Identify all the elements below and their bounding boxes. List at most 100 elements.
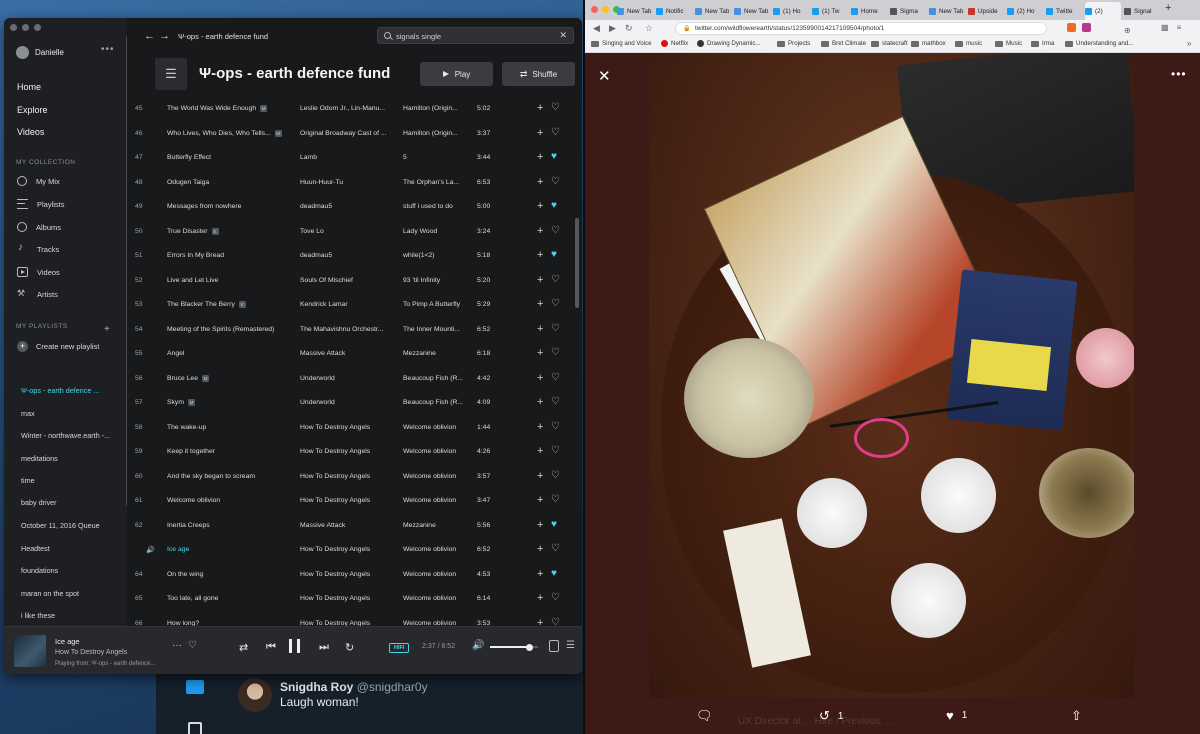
retweet-button[interactable]: ↺ 1 — [819, 708, 843, 724]
repeat-icon[interactable]: ↻ — [345, 641, 354, 654]
add-icon[interactable]: + — [537, 445, 543, 457]
track-title-cell[interactable]: Skym M — [167, 399, 195, 406]
browser-tab[interactable]: (1) Tw — [812, 2, 848, 20]
browser-tab[interactable]: Home — [851, 2, 887, 20]
track-album[interactable]: 93 'til Infinity — [403, 277, 440, 284]
back-arrow-icon[interactable]: ← — [144, 30, 155, 42]
track-artist[interactable]: How To Destroy Angels — [300, 497, 370, 504]
create-playlist-button[interactable]: + Create new playlist — [17, 341, 99, 352]
track-album[interactable]: Hamilton (Origin... — [403, 105, 458, 112]
shuffle-icon[interactable]: ⇄ — [239, 641, 248, 654]
track-album[interactable]: Mezzanine — [403, 350, 436, 357]
window-controls[interactable] — [10, 24, 41, 31]
add-icon[interactable]: + — [537, 274, 543, 286]
track-album[interactable]: Mezzanine — [403, 522, 436, 529]
track-title-cell[interactable]: Messages from nowhere — [167, 203, 241, 210]
reply-button[interactable]: 🗨 — [696, 708, 713, 724]
table-row[interactable]: 60 And the sky began to scream How To Dest… — [127, 466, 577, 490]
track-album[interactable]: Hamilton (Origin... — [403, 130, 458, 137]
tweet-photo[interactable] — [649, 53, 1134, 698]
track-title-cell[interactable]: Welcome oblivion — [167, 497, 220, 504]
track-title-cell[interactable]: On the wing — [167, 571, 203, 578]
sidebar-item-playlists[interactable]: Playlists — [17, 198, 65, 210]
table-row[interactable]: 62 Inertia Creeps Massive Attack Mezzanine 5… — [127, 515, 577, 539]
pause-icon[interactable] — [289, 639, 300, 653]
track-album[interactable]: Welcome oblivion — [403, 497, 456, 504]
search-box[interactable]: ✕ — [377, 27, 574, 44]
table-row[interactable]: 56 Bruce Lee M Underworld Beaucoup Fish (R..… — [127, 368, 577, 392]
browser-tab[interactable]: New Tab — [734, 2, 770, 20]
sidebar-playlist-item[interactable]: maran on the spot — [21, 589, 79, 598]
track-artist[interactable]: How To Destroy Angels — [300, 595, 370, 602]
browser-tab[interactable]: (1) Ho — [773, 2, 809, 20]
track-artist[interactable]: Massive Attack — [300, 522, 345, 529]
sidebar-item-videos[interactable]: Videos — [17, 266, 60, 278]
search-input[interactable] — [396, 30, 556, 42]
table-row[interactable]: 52 Live and Let Live Souls Of Mischief 93 '… — [127, 270, 577, 294]
track-title-cell[interactable]: The World Was Wide Enough M — [167, 105, 268, 112]
sidebar-playlist-item[interactable]: October 11, 2016 Queue — [21, 521, 100, 530]
add-icon[interactable]: + — [537, 421, 543, 433]
add-icon[interactable]: + — [537, 127, 543, 139]
window-controls[interactable] — [591, 6, 620, 13]
browser-tab[interactable]: Sigma — [890, 2, 926, 20]
nav-videos[interactable]: Videos — [17, 127, 44, 137]
bookmark-item[interactable]: Projects — [777, 40, 810, 47]
next-icon[interactable]: ⏭ — [319, 641, 329, 654]
heart-icon[interactable]: ♡ — [188, 640, 197, 651]
user-profile[interactable]: Danielle — [16, 46, 64, 59]
track-artist[interactable]: How To Destroy Angels — [300, 546, 370, 553]
table-row[interactable]: 55 Angel Massive Attack Mezzanine 6:18 + ♡ — [127, 343, 577, 367]
track-title-cell[interactable]: Ice age — [167, 546, 189, 553]
add-icon[interactable]: + — [537, 323, 543, 335]
table-row[interactable]: 🔊 Ice age How To Destroy Angels Welcome obl… — [127, 539, 577, 563]
table-row[interactable]: 51 Errors In My Bread deadmau5 while(1<2) 5:… — [127, 245, 577, 269]
nav-home[interactable]: Home — [17, 82, 41, 92]
close-window-button[interactable] — [10, 24, 17, 31]
browser-tab[interactable]: Twitte — [1046, 2, 1082, 20]
browser-tab[interactable]: (2) — [1085, 2, 1121, 20]
track-artist[interactable]: How To Destroy Angels — [300, 571, 370, 578]
track-album[interactable]: Lady Wood — [403, 228, 437, 235]
playing-from[interactable]: Playing from: Ψ-ops - earth defence... — [55, 661, 155, 667]
track-artist[interactable]: deadmau5 — [300, 252, 332, 259]
add-icon[interactable]: + — [537, 225, 543, 237]
add-icon[interactable]: + — [537, 470, 543, 482]
nav-explore[interactable]: Explore — [17, 105, 48, 115]
queue-icon[interactable]: ☰ — [566, 640, 575, 651]
brave-shield-icon[interactable] — [1067, 23, 1076, 32]
sidebar-playlist-item[interactable]: i like these — [21, 611, 55, 620]
compose-icon[interactable] — [188, 722, 202, 734]
track-album[interactable]: while(1<2) — [403, 252, 435, 259]
bookmark-item[interactable]: Understanding and... — [1065, 40, 1133, 47]
track-artist[interactable]: How To Destroy Angels — [300, 448, 370, 455]
heart-icon[interactable]: ♡ — [551, 421, 560, 432]
table-row[interactable]: 47 Butterfly Effect Lamb 5 3:44 + ♥ — [127, 147, 577, 171]
heart-icon[interactable]: ♥ — [551, 249, 557, 260]
volume-slider[interactable] — [490, 643, 538, 651]
heart-icon[interactable]: ♡ — [551, 372, 560, 383]
add-icon[interactable]: + — [537, 347, 543, 359]
track-artist[interactable]: Kendrick Lamar — [300, 301, 348, 308]
zoom-window-button[interactable] — [34, 24, 41, 31]
table-row[interactable]: 59 Keep it together How To Destroy Angels W… — [127, 441, 577, 465]
table-row[interactable]: 57 Skym M Underworld Beaucoup Fish (R... 4:09… — [127, 392, 577, 416]
track-album[interactable]: Welcome oblivion — [403, 424, 456, 431]
heart-icon[interactable]: ♡ — [551, 617, 560, 627]
track-album[interactable]: Welcome oblivion — [403, 571, 456, 578]
tweet-author[interactable]: Snigdha Roy @snigdhar0y — [280, 680, 428, 694]
track-title-cell[interactable]: Meeting of the Spirits (Remastered) — [167, 326, 274, 333]
back-icon[interactable]: ◀ — [593, 23, 600, 34]
close-window-button[interactable] — [591, 6, 598, 13]
sidebar-playlist-item[interactable]: Ψ-ops - earth defence ... — [21, 386, 99, 395]
avatar[interactable] — [238, 678, 272, 712]
volume-knob[interactable] — [525, 643, 533, 651]
table-row[interactable]: 53 The Blacker The Berry E Kendrick Lamar To… — [127, 294, 577, 318]
track-title-cell[interactable]: The wake-up — [167, 424, 206, 431]
chevron-right-icon[interactable]: » — [1187, 39, 1191, 48]
new-tab-button[interactable]: + — [1165, 2, 1171, 14]
bookmark-item[interactable]: Drawing Dynamic... — [697, 40, 761, 47]
track-title-cell[interactable]: Who Lives, Who Dies, Who Tells... M — [167, 129, 282, 137]
sidebar-playlist-item[interactable]: baby driver — [21, 498, 57, 507]
share-icon[interactable]: ⊕ — [1124, 26, 1131, 35]
